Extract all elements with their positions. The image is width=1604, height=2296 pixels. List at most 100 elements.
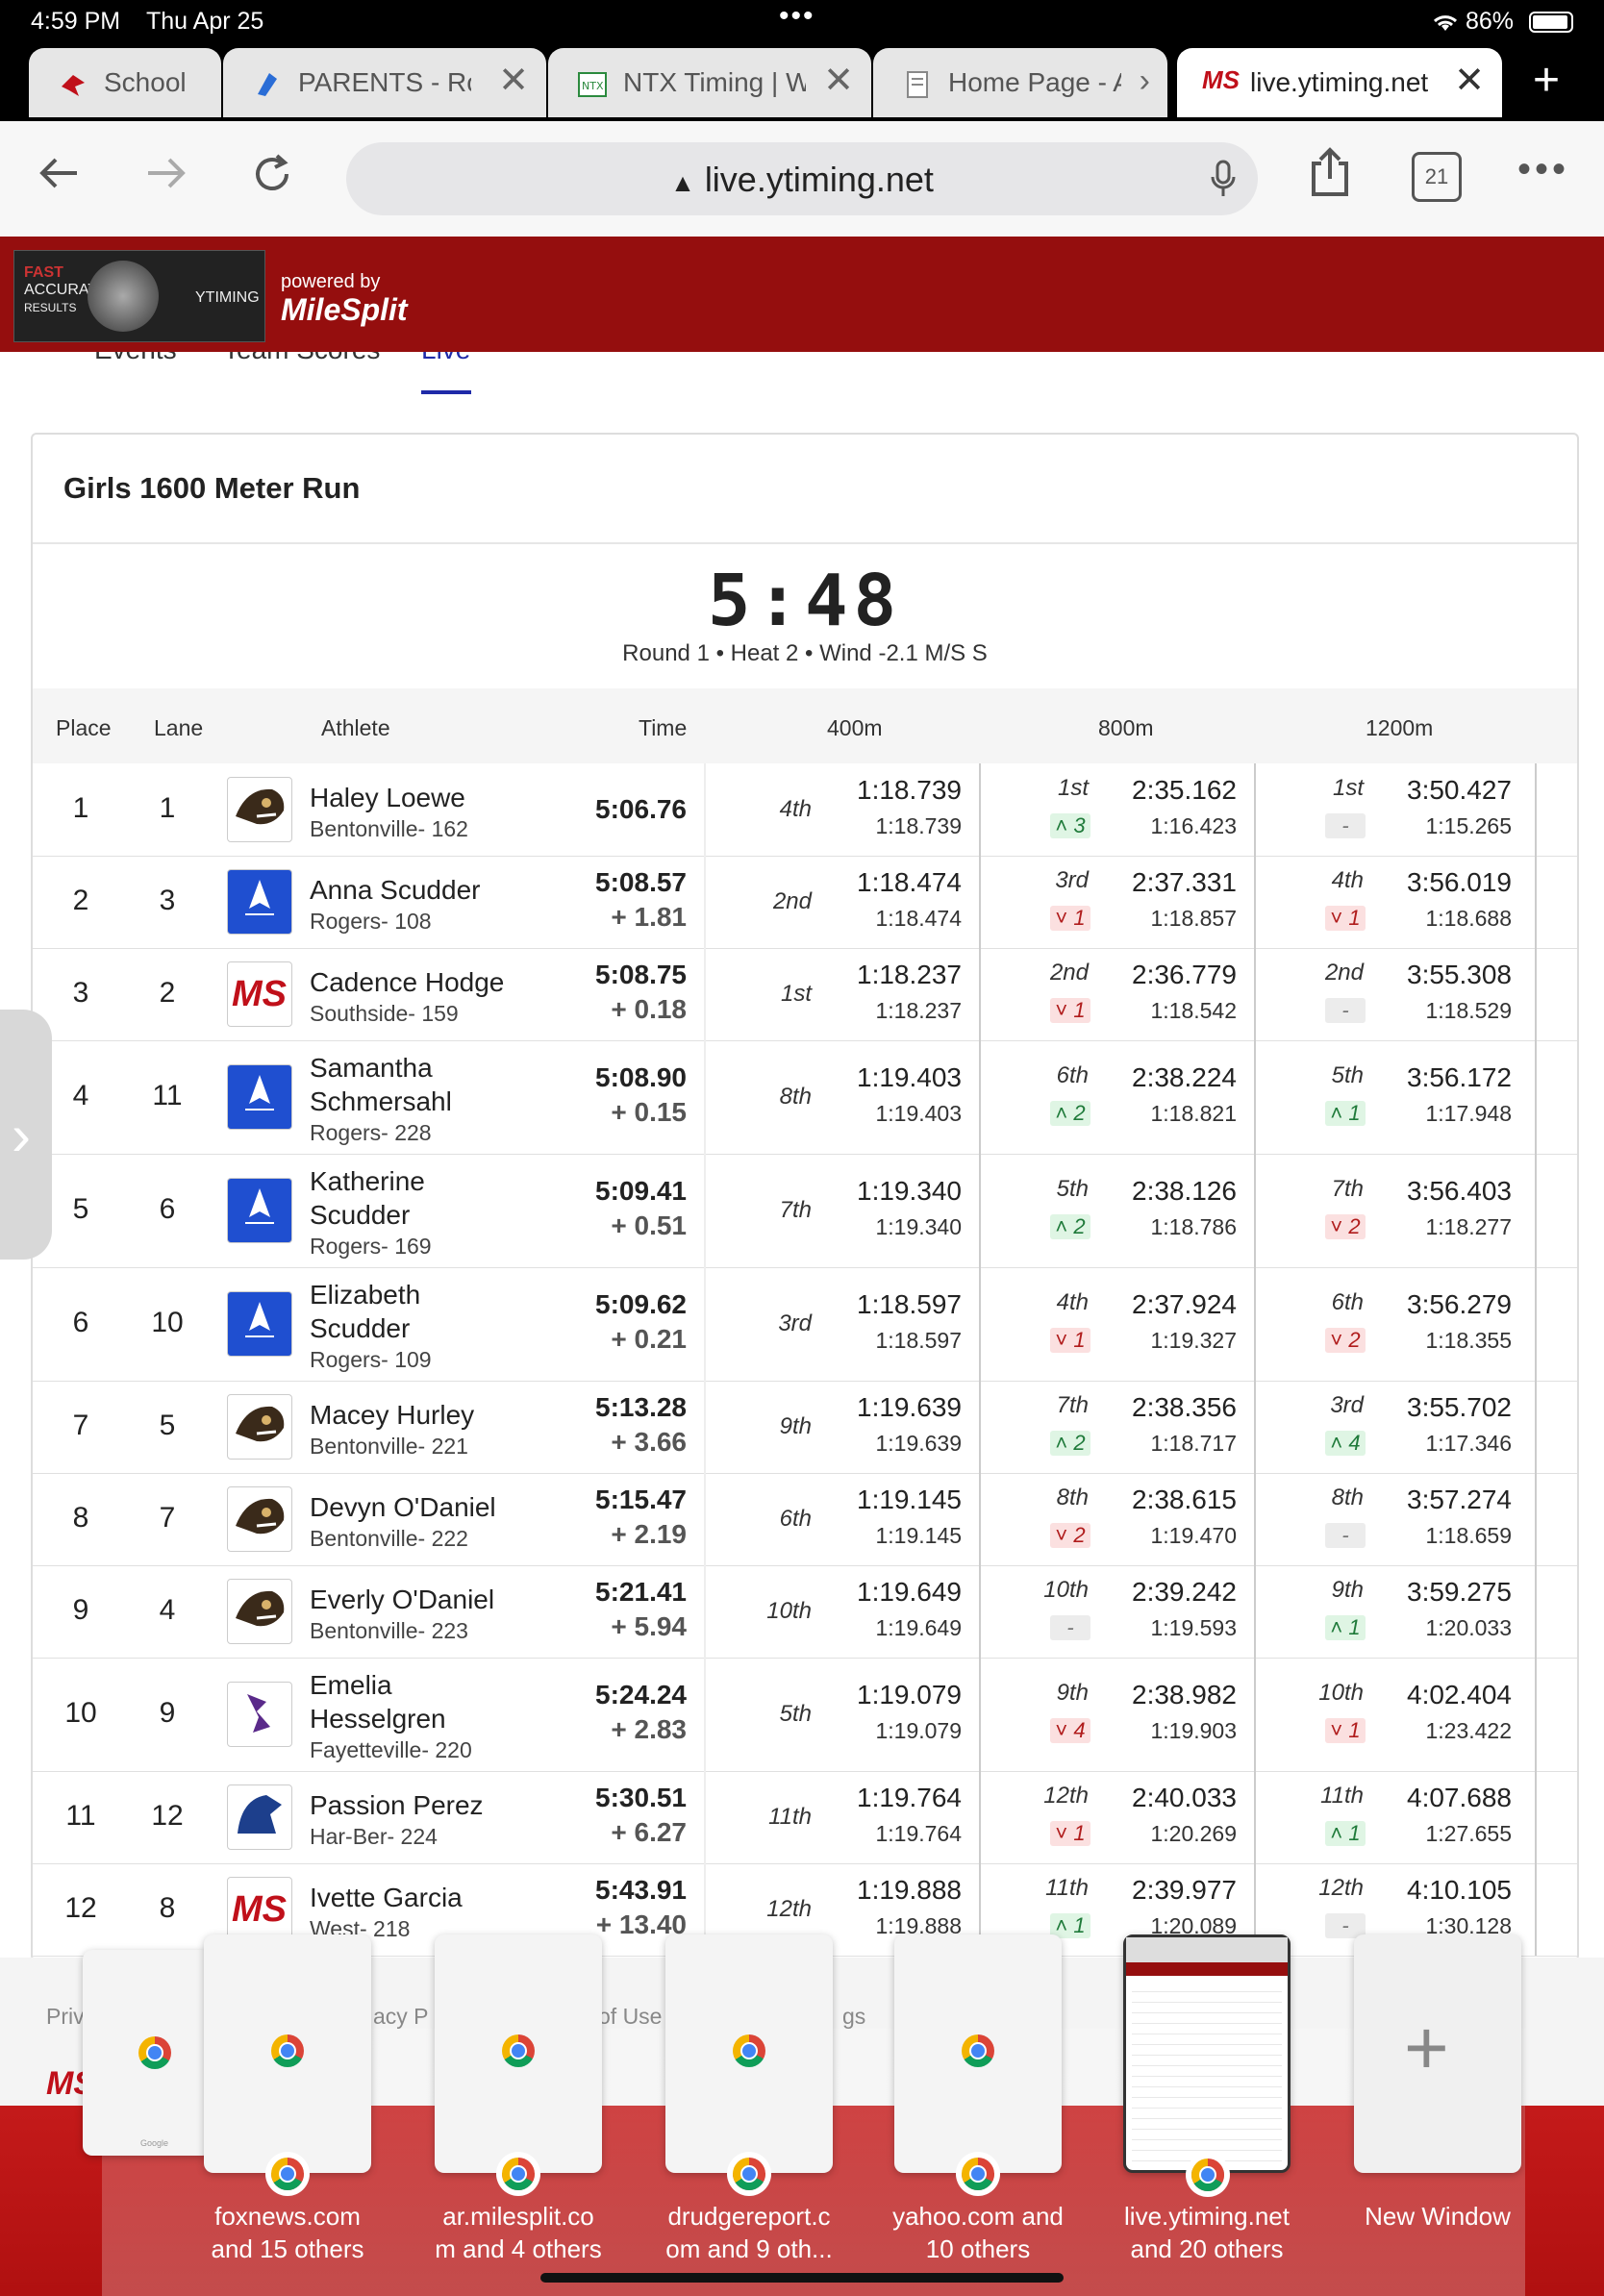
athlete-name[interactable]: Ivette Garcia bbox=[310, 1881, 463, 1914]
split-time: 2:37.924 bbox=[1132, 1289, 1237, 1319]
athlete-name[interactable]: Elizabeth bbox=[310, 1278, 420, 1311]
table-row[interactable]: 11 12 Passion Perez Har-Ber- 224 5:30.51 + 6.… bbox=[33, 1771, 1577, 1864]
window-card-yahoo[interactable] bbox=[894, 1934, 1062, 2190]
split-rank: 1st bbox=[780, 981, 812, 1007]
athlete-name[interactable]: Hesselgren bbox=[310, 1702, 446, 1735]
lap-time: 1:15.265 bbox=[1425, 813, 1512, 838]
place-value: 6 bbox=[72, 1307, 89, 1338]
milesplit-icon: MS bbox=[1202, 65, 1240, 94]
table-row[interactable]: 1 1 Haley Loewe Bentonville- 162 5:06.76 4th 1… bbox=[33, 763, 1577, 857]
tab-parents[interactable]: PARENTS - Rog ✕ bbox=[223, 48, 546, 117]
athlete-name[interactable]: Scudder bbox=[310, 1311, 410, 1345]
split-time: 1:19.764 bbox=[857, 1783, 962, 1812]
multitask-dots-icon[interactable]: ••• bbox=[779, 0, 815, 33]
new-tab-button[interactable]: + bbox=[1533, 54, 1560, 107]
position-change-badge: ˄ 1 bbox=[1325, 1101, 1366, 1126]
tab-count-button[interactable]: 21 bbox=[1412, 152, 1462, 202]
table-row[interactable]: 5 6 Katherine Scudder Rogers- 169 5:09.41 + 0.… bbox=[33, 1154, 1577, 1268]
table-row[interactable]: 7 5 Macey Hurley Bentonville- 221 5:13.28 + 3… bbox=[33, 1381, 1577, 1474]
address-bar[interactable]: ▲ live.ytiming.net bbox=[346, 142, 1258, 215]
table-row[interactable]: 8 7 Devyn O'Daniel Bentonville- 222 5:15.47 +… bbox=[33, 1473, 1577, 1566]
athlete-name[interactable]: Macey Hurley bbox=[310, 1398, 474, 1432]
more-menu-icon[interactable]: ••• bbox=[1517, 148, 1569, 191]
time-gap: + 6.27 bbox=[611, 1817, 687, 1847]
table-row[interactable]: 10 9 Emelia Hesselgren Fayetteville- 220 5:24… bbox=[33, 1658, 1577, 1772]
table-row[interactable]: 6 10 Elizabeth Scudder Rogers- 109 5:09.62 + 0… bbox=[33, 1267, 1577, 1382]
split-time: 1:19.649 bbox=[857, 1577, 962, 1607]
tab-live-ytiming[interactable]: MS live.ytiming.net ✕ bbox=[1177, 48, 1502, 117]
lap-time: 1:19.145 bbox=[875, 1523, 962, 1548]
forward-arrow-icon[interactable] bbox=[142, 150, 188, 207]
nav-live[interactable]: Live bbox=[421, 335, 470, 365]
table-row[interactable]: 2 3 Anna Scudder Rogers- 108 5:08.57 + 1.81 2n… bbox=[33, 856, 1577, 949]
column-divider bbox=[1254, 1771, 1256, 1863]
column-divider bbox=[1535, 1658, 1537, 1771]
split-time: 3:55.702 bbox=[1407, 1392, 1512, 1422]
split-time: 4:10.105 bbox=[1407, 1875, 1512, 1905]
athlete-name[interactable]: Anna Scudder bbox=[310, 873, 480, 907]
column-divider bbox=[979, 1771, 981, 1863]
document-icon bbox=[907, 71, 928, 98]
athlete-name[interactable]: Schmersahl bbox=[310, 1085, 452, 1118]
home-indicator[interactable] bbox=[540, 2273, 1064, 2283]
tab-home-page[interactable]: Home Page - A › bbox=[873, 48, 1167, 117]
lap-time: 1:18.659 bbox=[1425, 1523, 1512, 1548]
new-window-card[interactable]: + bbox=[1354, 1934, 1521, 2173]
position-change-badge: ˄ 2 bbox=[1050, 1431, 1090, 1456]
window-card-drudge[interactable] bbox=[665, 1934, 833, 2190]
place-value: 3 bbox=[72, 977, 89, 1009]
lap-time: 1:20.269 bbox=[1150, 1821, 1237, 1846]
lap-time: 1:23.422 bbox=[1425, 1718, 1512, 1743]
header-logo-mirror: FAST ACCURATE RESULTS YTIMING bbox=[13, 250, 265, 342]
window-card-ytiming[interactable] bbox=[1123, 1934, 1291, 2191]
athlete-name[interactable]: Samantha bbox=[310, 1051, 433, 1085]
lap-time: 1:19.340 bbox=[875, 1214, 962, 1239]
col-400m: 400m bbox=[827, 715, 883, 740]
athlete-name[interactable]: Everly O'Daniel bbox=[310, 1583, 494, 1616]
window-card-foxnews[interactable] bbox=[204, 1934, 371, 2190]
footer-link[interactable]: gs bbox=[842, 2004, 865, 2030]
lap-time: 1:18.786 bbox=[1150, 1214, 1237, 1239]
athlete-name[interactable]: Katherine bbox=[310, 1164, 425, 1198]
athlete-name[interactable]: Passion Perez bbox=[310, 1788, 484, 1822]
table-row[interactable]: 9 4 Everly O'Daniel Bentonville- 223 5:21.41… bbox=[33, 1565, 1577, 1659]
place-value: 7 bbox=[72, 1410, 89, 1441]
arrow-up-icon: ˄ bbox=[1330, 1431, 1349, 1455]
chevron-right-icon[interactable]: › bbox=[1140, 62, 1150, 100]
footer-link[interactable]: of Use bbox=[598, 2004, 662, 2030]
share-icon[interactable] bbox=[1306, 146, 1354, 209]
back-window-card[interactable]: Google bbox=[83, 1950, 212, 2156]
column-divider bbox=[1535, 763, 1537, 856]
close-tab-icon[interactable]: ✕ bbox=[823, 62, 854, 100]
window-label: drudgereport.c om and 9 oth... bbox=[665, 2202, 833, 2263]
athlete-name[interactable]: Emelia bbox=[310, 1668, 392, 1702]
footer-link[interactable]: Priv bbox=[46, 2004, 85, 2030]
table-row[interactable]: 4 11 Samantha Schmersahl Rogers- 228 5:08.90 +… bbox=[33, 1040, 1577, 1155]
arrow-up-icon: ˄ bbox=[1055, 1214, 1074, 1238]
back-arrow-icon[interactable] bbox=[37, 150, 83, 207]
lap-time: 1:19.593 bbox=[1150, 1615, 1237, 1640]
microphone-icon[interactable] bbox=[1210, 160, 1237, 198]
window-card-milesplit[interactable] bbox=[435, 1934, 602, 2190]
reload-icon[interactable] bbox=[248, 150, 296, 209]
athlete-name[interactable]: Cadence Hodge bbox=[310, 965, 504, 999]
close-tab-icon[interactable]: ✕ bbox=[1454, 62, 1485, 100]
milesplit-brand[interactable]: MileSplit bbox=[281, 292, 408, 328]
lap-time: 1:19.403 bbox=[875, 1101, 962, 1126]
table-row[interactable]: 3 2 MS Cadence Hodge Southside- 159 5:08.75 + … bbox=[33, 948, 1577, 1041]
column-divider bbox=[704, 1267, 706, 1381]
time-gap: + 0.51 bbox=[611, 1210, 687, 1240]
position-change-value: 4 bbox=[1348, 1431, 1361, 1455]
athlete-name[interactable]: Haley Loewe bbox=[310, 781, 465, 814]
split-rank: 3rd bbox=[778, 1310, 812, 1336]
sidebar-handle[interactable]: › bbox=[0, 1010, 52, 1260]
athlete-name[interactable]: Devyn O'Daniel bbox=[310, 1490, 496, 1524]
column-divider bbox=[979, 1267, 981, 1381]
tab-ntx-timing[interactable]: NTX NTX Timing | W ✕ bbox=[548, 48, 871, 117]
athlete-name[interactable]: Scudder bbox=[310, 1198, 410, 1232]
footer-link[interactable]: acy P bbox=[373, 2004, 429, 2030]
tab-school[interactable]: School bbox=[29, 48, 221, 117]
divider bbox=[33, 542, 1577, 544]
close-tab-icon[interactable]: ✕ bbox=[498, 62, 529, 100]
split-time: 2:39.977 bbox=[1132, 1875, 1237, 1905]
